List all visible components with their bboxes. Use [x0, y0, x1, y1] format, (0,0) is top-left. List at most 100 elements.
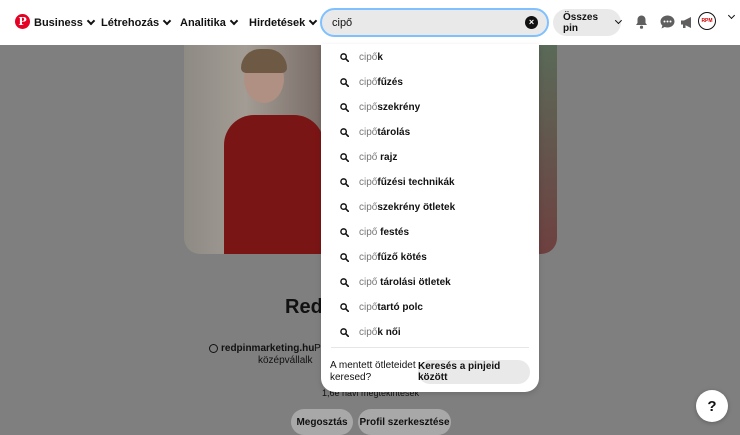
profile-cover-image — [184, 45, 321, 254]
suggestion-text: cipőfűzési technikák — [359, 177, 455, 188]
profile-description-line2: középvállalk — [258, 355, 313, 366]
search-icon — [340, 153, 349, 162]
nav-analytics-label: Analitika — [180, 16, 226, 29]
messages-icon[interactable] — [658, 13, 676, 31]
suggestion-text: cipőszekrény ötletek — [359, 202, 455, 213]
suggestion-query: cipő — [359, 277, 378, 288]
suggestion-completion: k — [377, 52, 383, 63]
suggestion-query: cipő — [359, 227, 378, 238]
saved-ideas-question: A mentett ötleteidet keresed? — [330, 360, 416, 383]
suggestion-query: cipő — [359, 102, 378, 113]
suggestion-text: cipőfűzés — [359, 77, 403, 88]
suggestion-query: cipő — [359, 177, 378, 188]
search-your-pins-button[interactable]: Keresés a pinjeid között — [418, 360, 530, 384]
search-bar[interactable]: × — [320, 8, 549, 37]
suggestion-item[interactable]: cipő rajz — [321, 145, 539, 170]
nav-ads[interactable]: Hirdetések — [249, 0, 318, 45]
nav-analytics[interactable]: Analitika — [180, 0, 239, 45]
cover-person-hair — [241, 49, 287, 73]
suggestion-query: cipő — [359, 152, 378, 163]
top-header: P Business Létrehozás Analitika Hirdetés… — [0, 0, 740, 45]
suggestion-completion: tárolás — [377, 127, 411, 138]
suggestion-item[interactable]: cipők — [321, 45, 539, 70]
suggestion-query: cipő — [359, 52, 378, 63]
globe-icon — [209, 344, 218, 353]
suggestion-completion: tartó polc — [377, 302, 423, 313]
suggestion-completion: rajz — [377, 152, 398, 163]
cover-person-body — [224, 115, 321, 254]
share-button[interactable]: Megosztás — [291, 409, 353, 435]
suggestion-item[interactable]: cipőtartó polc — [321, 295, 539, 320]
chevron-down-icon[interactable] — [727, 11, 736, 20]
suggestion-query: cipő — [359, 327, 378, 338]
search-icon — [340, 203, 349, 212]
suggestion-item[interactable]: cipőfűzési technikák — [321, 170, 539, 195]
suggestion-completion: k női — [377, 327, 401, 338]
suggestion-query: cipő — [359, 127, 378, 138]
divider — [331, 347, 529, 348]
suggestion-completion: fűzés — [377, 77, 403, 88]
suggestion-item[interactable]: cipőfűző kötés — [321, 245, 539, 270]
suggestion-completion: fűző kötés — [377, 252, 427, 263]
nav-create[interactable]: Létrehozás — [101, 0, 172, 45]
chevron-down-icon — [229, 16, 239, 25]
suggestion-completion: szekrény — [377, 102, 421, 113]
chevron-down-icon — [615, 17, 623, 24]
nav-business-label: Business — [34, 16, 83, 29]
suggestion-completion: szekrény ötletek — [377, 202, 456, 213]
suggestion-completion: festés — [377, 227, 410, 238]
suggestion-query: cipő — [359, 302, 378, 313]
search-input[interactable] — [332, 10, 522, 35]
search-icon — [340, 303, 349, 312]
suggestion-text: cipőtárolás — [359, 127, 410, 138]
suggestion-text: cipő rajz — [359, 152, 397, 163]
suggestion-item[interactable]: cipő festés — [321, 220, 539, 245]
search-scope-dropdown[interactable]: Összes pin — [553, 9, 623, 36]
suggestion-completion: fűzési technikák — [377, 177, 455, 188]
suggestion-item[interactable]: cipő tárolási ötletek — [321, 270, 539, 295]
suggestion-text: cipők — [359, 52, 383, 63]
profile-website: redpinmarketing.hu — [221, 343, 315, 354]
suggestion-query: cipő — [359, 202, 378, 213]
search-icon — [340, 328, 349, 337]
nav-create-label: Létrehozás — [101, 16, 160, 29]
suggestion-item[interactable]: cipőtárolás — [321, 120, 539, 145]
suggestion-text: cipő tárolási ötletek — [359, 277, 451, 288]
search-scope-label: Összes pin — [563, 11, 599, 34]
suggestion-text: cipőtartó polc — [359, 302, 423, 313]
suggestion-item[interactable]: cipők női — [321, 320, 539, 345]
search-icon — [340, 178, 349, 187]
pinterest-logo-icon[interactable]: P — [15, 14, 30, 29]
suggestion-item[interactable]: cipőszekrény ötletek — [321, 195, 539, 220]
suggestion-text: cipők női — [359, 327, 401, 338]
search-icon — [340, 78, 349, 87]
help-button[interactable]: ? — [696, 390, 728, 422]
profile-name: Red — [285, 296, 323, 318]
search-icon — [340, 53, 349, 62]
suggestion-text: cipőszekrény — [359, 102, 420, 113]
nav-business[interactable]: Business — [34, 0, 96, 45]
suggestion-query: cipő — [359, 252, 378, 263]
profile-cover-image-right — [538, 45, 557, 254]
search-icon — [340, 228, 349, 237]
search-icon — [340, 253, 349, 262]
suggestion-item[interactable]: cipőfűzés — [321, 70, 539, 95]
search-suggestions-dropdown: cipők cipőfűzés cipőszekrény cipőtárolás cip… — [321, 44, 539, 392]
edit-profile-button[interactable]: Profil szerkesztése — [358, 409, 451, 435]
suggestion-query: cipő — [359, 77, 378, 88]
suggestion-text: cipőfűző kötés — [359, 252, 427, 263]
avatar[interactable]: RPM — [698, 12, 716, 30]
profile-website-link[interactable]: redpinmarketing.hu — [209, 343, 314, 354]
chevron-down-icon — [86, 16, 96, 25]
clear-search-icon[interactable]: × — [525, 16, 538, 29]
megaphone-icon[interactable] — [678, 13, 696, 31]
suggestion-completion: tárolási ötletek — [377, 277, 451, 288]
search-icon — [340, 278, 349, 287]
bell-icon[interactable] — [632, 13, 650, 31]
search-icon — [340, 103, 349, 112]
suggestion-item[interactable]: cipőszekrény — [321, 95, 539, 120]
search-icon — [340, 128, 349, 137]
suggestion-text: cipő festés — [359, 227, 409, 238]
chevron-down-icon — [162, 16, 172, 25]
chevron-down-icon — [309, 16, 318, 25]
